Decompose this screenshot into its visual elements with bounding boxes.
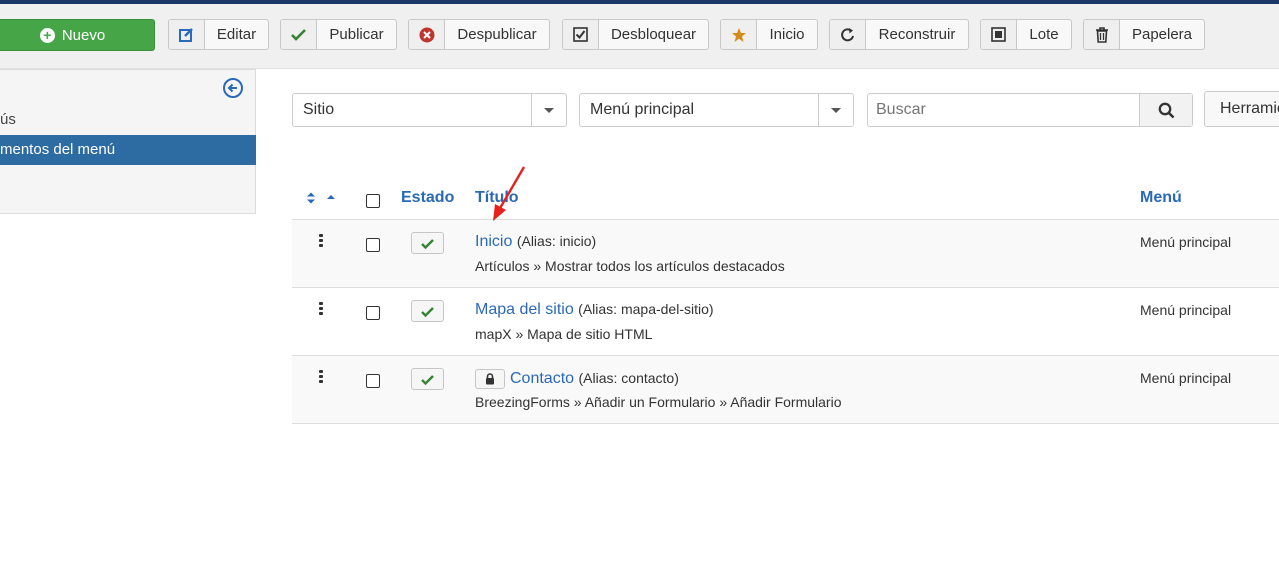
menu-select[interactable]: Menú principal	[579, 93, 854, 127]
table-row: Contacto (Alias: contacto) BreezingForms…	[292, 356, 1279, 424]
sidebar-item-menus[interactable]: ús	[0, 105, 256, 135]
item-alias: (Alias: inicio)	[516, 233, 597, 249]
item-title-link[interactable]: Contacto	[510, 370, 574, 387]
checkbox-icon	[563, 20, 599, 49]
search-tools-button[interactable]: Herramientas	[1204, 91, 1279, 127]
menu-select-value: Menú principal	[590, 101, 695, 118]
item-alias: (Alias: contacto)	[578, 370, 679, 387]
select-all-checkbox[interactable]	[366, 194, 380, 208]
check-icon	[421, 238, 434, 249]
check-icon	[281, 20, 317, 49]
row-checkbox[interactable]	[366, 306, 380, 320]
drag-handle-icon[interactable]	[319, 302, 323, 317]
search-icon	[1158, 102, 1174, 118]
published-status-button[interactable]	[411, 300, 444, 322]
star-icon	[721, 20, 757, 49]
search-box	[867, 93, 1193, 127]
trash-icon	[1084, 20, 1120, 49]
table-row: Inicio (Alias: inicio) Artículos » Mostr…	[292, 220, 1279, 288]
item-title-link[interactable]: Inicio	[475, 233, 512, 250]
batch-icon	[981, 20, 1017, 49]
new-button-label: Nuevo	[61, 26, 106, 44]
trash-button[interactable]: Papelera	[1083, 19, 1205, 50]
client-select-value: Sitio	[303, 101, 335, 118]
published-status-button[interactable]	[411, 232, 444, 254]
edit-button[interactable]: Editar	[168, 19, 269, 50]
unpublish-button[interactable]: Despublicar	[408, 19, 550, 50]
publish-button-label: Publicar	[329, 26, 384, 43]
edit-button-label: Editar	[216, 26, 257, 43]
chevron-down-icon	[818, 94, 853, 126]
row-checkbox[interactable]	[366, 238, 380, 252]
plus-icon: +	[39, 27, 55, 43]
checkin-button-label: Desbloquear	[610, 26, 697, 43]
home-button[interactable]: Inicio	[720, 19, 818, 50]
item-menu: Menú principal	[1140, 234, 1232, 250]
row-title: Mapa del sitio (Alias: mapa-del-sitio)	[475, 301, 714, 319]
home-button-label: Inicio	[769, 26, 805, 43]
item-type: mapX » Mapa de sitio HTML	[475, 326, 653, 342]
batch-button-label: Lote	[1029, 26, 1059, 43]
item-title-link[interactable]: Mapa del sitio	[475, 301, 574, 318]
drag-handle-icon[interactable]	[319, 234, 323, 249]
row-title: Inicio (Alias: inicio)	[475, 233, 596, 251]
column-header-menu[interactable]: Menú	[1140, 189, 1182, 207]
row-checkbox[interactable]	[366, 374, 380, 388]
checkin-button[interactable]: Desbloquear	[562, 19, 709, 50]
trash-button-label: Papelera	[1131, 26, 1193, 43]
search-button[interactable]	[1139, 94, 1192, 126]
row-title: Contacto (Alias: contacto)	[475, 369, 679, 389]
column-header-status[interactable]: Estado	[401, 189, 454, 207]
unpublish-button-label: Despublicar	[457, 26, 537, 43]
publish-button[interactable]: Publicar	[280, 19, 397, 50]
client-select[interactable]: Sitio	[292, 93, 567, 127]
sort-ordering-icon[interactable]	[306, 191, 338, 210]
edit-icon	[169, 20, 205, 49]
refresh-icon	[830, 20, 866, 49]
sidebar: ús mentos del menú	[0, 69, 256, 214]
sidebar-item-menu-items[interactable]: mentos del menú	[0, 135, 256, 165]
lock-icon[interactable]	[475, 369, 505, 389]
published-status-button[interactable]	[411, 368, 444, 390]
collapse-sidebar-icon[interactable]	[223, 78, 243, 98]
rebuild-button-label: Reconstruir	[878, 26, 956, 43]
unpublish-icon	[409, 20, 445, 49]
item-menu: Menú principal	[1140, 370, 1232, 386]
chevron-down-icon	[531, 94, 566, 126]
new-button[interactable]: + Nuevo	[0, 19, 155, 51]
table-row: Mapa del sitio (Alias: mapa-del-sitio) m…	[292, 288, 1279, 356]
check-icon	[421, 306, 434, 317]
annotation-arrow	[493, 166, 526, 221]
item-alias: (Alias: mapa-del-sitio)	[578, 301, 714, 317]
item-type: BreezingForms » Añadir un Formulario » A…	[475, 394, 842, 410]
check-icon	[421, 374, 434, 385]
batch-button[interactable]: Lote	[980, 19, 1072, 50]
drag-handle-icon[interactable]	[319, 370, 323, 385]
item-type: Artículos » Mostrar todos los artículos …	[475, 258, 785, 274]
search-input[interactable]	[868, 94, 1139, 126]
toolbar: + Nuevo Editar Publicar Despublicar Desb…	[0, 4, 1279, 69]
rebuild-button[interactable]: Reconstruir	[829, 19, 969, 50]
item-menu: Menú principal	[1140, 302, 1232, 318]
